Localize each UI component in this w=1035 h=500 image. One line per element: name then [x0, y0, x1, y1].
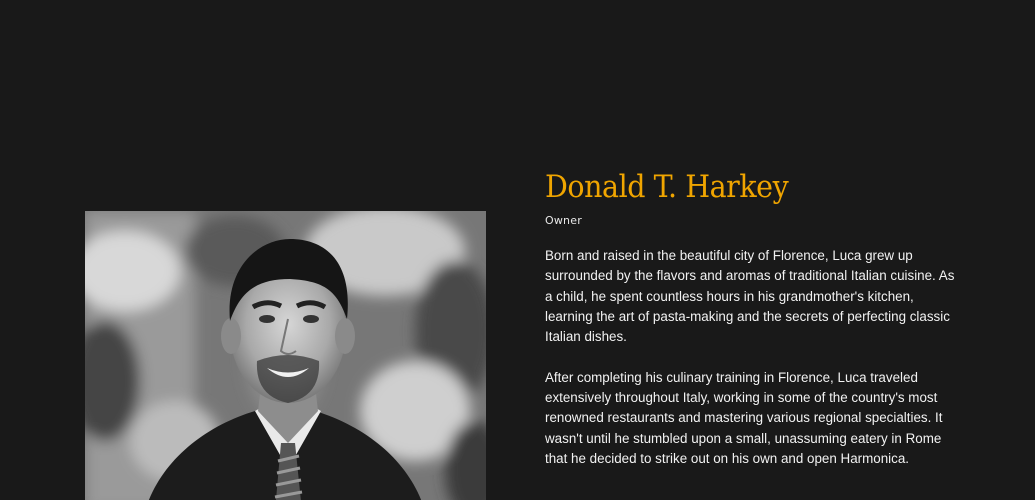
bio-paragraph: After completing his culinary training i…: [545, 369, 943, 466]
bio-paragraph: Born and raised in the beautiful city of…: [545, 248, 955, 345]
portrait-photo: [85, 211, 486, 500]
team-member-section: Donald T. Harkey Owner Born and raised i…: [0, 0, 1035, 500]
profile-info: Donald T. Harkey Owner Born and raised i…: [545, 168, 955, 490]
member-role: Owner: [545, 214, 582, 227]
member-name: Donald T. Harkey: [545, 169, 789, 205]
member-bio: Born and raised in the beautiful city of…: [545, 246, 955, 469]
